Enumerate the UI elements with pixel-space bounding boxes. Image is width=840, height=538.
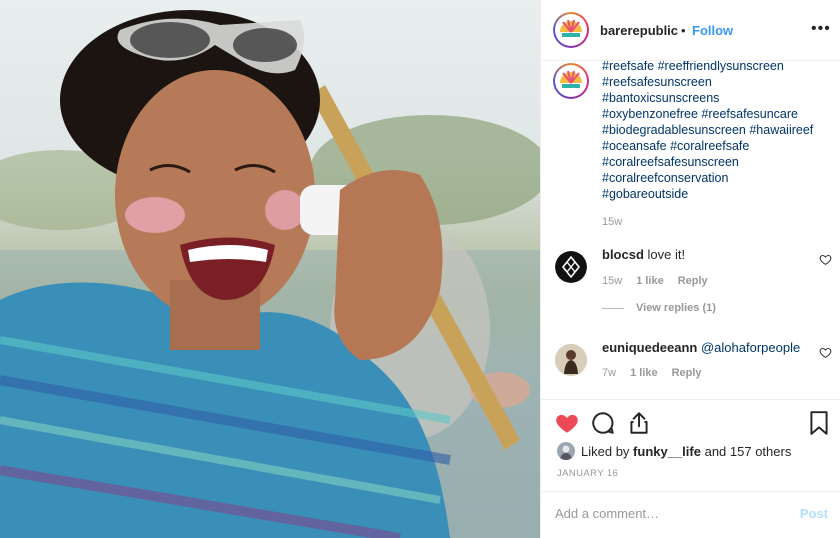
photo-illustration	[0, 10, 540, 538]
post-actions: Liked by funky__life and 157 others JANU…	[541, 399, 840, 538]
post-header: barerepublic • Follow •••	[541, 0, 840, 61]
liked-by-summary[interactable]: Liked by funky__life and 157 others	[557, 442, 791, 460]
more-options-icon[interactable]: •••	[811, 21, 831, 37]
reply-button[interactable]: Reply	[672, 367, 702, 379]
speech-bubble-icon[interactable]	[590, 410, 616, 436]
comment-username-text[interactable]: euniquedeeann	[602, 340, 697, 355]
post-comment-button[interactable]: Post	[800, 506, 828, 521]
caption-timestamp[interactable]: 15w	[602, 216, 622, 228]
heart-outline-icon[interactable]	[819, 346, 832, 359]
liker-avatar[interactable]	[557, 442, 575, 460]
commenter-avatar[interactable]	[555, 344, 587, 376]
heart-outline-icon[interactable]	[819, 253, 832, 266]
commenter-avatar[interactable]	[555, 251, 587, 283]
caption-hashtag-line[interactable]: #reefsafe #reeffriendlysunscreen	[602, 61, 834, 74]
post-side-panel: barerepublic • Follow ••• #reefsafe #ree…	[540, 0, 840, 538]
comment-username-text[interactable]: blocsd	[602, 247, 644, 262]
liked-by-suffix[interactable]: and 157 others	[705, 444, 792, 459]
post-caption: #reefsafe #reeffriendlysunscreen #reefsa…	[602, 61, 834, 202]
liked-by-prefix: Liked by	[581, 443, 630, 459]
comment-meta: 15w 1 like Reply	[602, 275, 708, 287]
heart-filled-icon[interactable]	[554, 410, 580, 436]
comment-timestamp[interactable]: 7w	[602, 367, 616, 379]
caption-hashtag-line[interactable]: #coralreefconservation	[602, 170, 834, 186]
caption-hashtag-line[interactable]: #reefsafesunscreen	[602, 74, 834, 90]
comment-input[interactable]	[555, 506, 775, 521]
person-photo-icon	[555, 344, 587, 376]
comment-meta: 7w 1 like Reply	[602, 367, 702, 379]
bookmark-icon[interactable]	[806, 410, 832, 436]
author-username[interactable]: barerepublic	[600, 23, 678, 38]
sun-logo-icon	[558, 68, 584, 94]
comment-text: love it!	[647, 247, 686, 262]
person-photo-icon	[557, 442, 575, 460]
caption-hashtag-line[interactable]: #bantoxicsunscreens	[602, 90, 834, 106]
post-date[interactable]: JANUARY 16	[557, 468, 618, 479]
add-comment-bar: Post	[541, 491, 840, 538]
comment-mention-link[interactable]: @alohaforpeople	[701, 340, 800, 355]
view-replies-button[interactable]: View replies (1)	[602, 302, 716, 314]
caption-hashtag-line[interactable]: #biodegradablesunscreen #hawaiireef	[602, 122, 834, 138]
comment-username[interactable]: euniquedeeann @alohaforpeople	[602, 340, 800, 355]
comment-likes-count[interactable]: 1 like	[630, 367, 658, 379]
brand-logo	[555, 14, 587, 46]
replies-divider-line	[602, 307, 624, 309]
author-avatar[interactable]	[553, 12, 589, 48]
sun-logo-icon	[558, 17, 584, 43]
caption-author-avatar[interactable]	[553, 63, 589, 99]
caption-hashtag-line[interactable]: #oceansafe #coralreefsafe	[602, 138, 834, 154]
blocsd-logo-icon	[555, 251, 587, 283]
comment-username[interactable]: blocsd love it!	[602, 247, 685, 262]
caption-hashtag-line[interactable]: #gobareoutside	[602, 186, 834, 202]
comments-list[interactable]: #reefsafe #reeffriendlysunscreen #reefsa…	[541, 61, 840, 399]
follow-button[interactable]: Follow	[692, 23, 733, 38]
caption-hashtag-line[interactable]: #oxybenzonefree #reefsafesuncare	[602, 106, 834, 122]
brand-logo	[555, 65, 587, 97]
post-photo[interactable]	[0, 0, 540, 538]
comment-likes-count[interactable]: 1 like	[636, 275, 664, 287]
header-separator: •	[681, 23, 686, 38]
reply-button[interactable]: Reply	[678, 275, 708, 287]
view-replies-label[interactable]: View replies (1)	[636, 302, 716, 314]
share-upload-icon[interactable]	[626, 410, 652, 436]
liker-username[interactable]: funky__life	[633, 444, 701, 459]
comment-timestamp[interactable]: 15w	[602, 275, 622, 287]
caption-hashtag-line[interactable]: #coralreefsafesunscreen	[602, 154, 834, 170]
